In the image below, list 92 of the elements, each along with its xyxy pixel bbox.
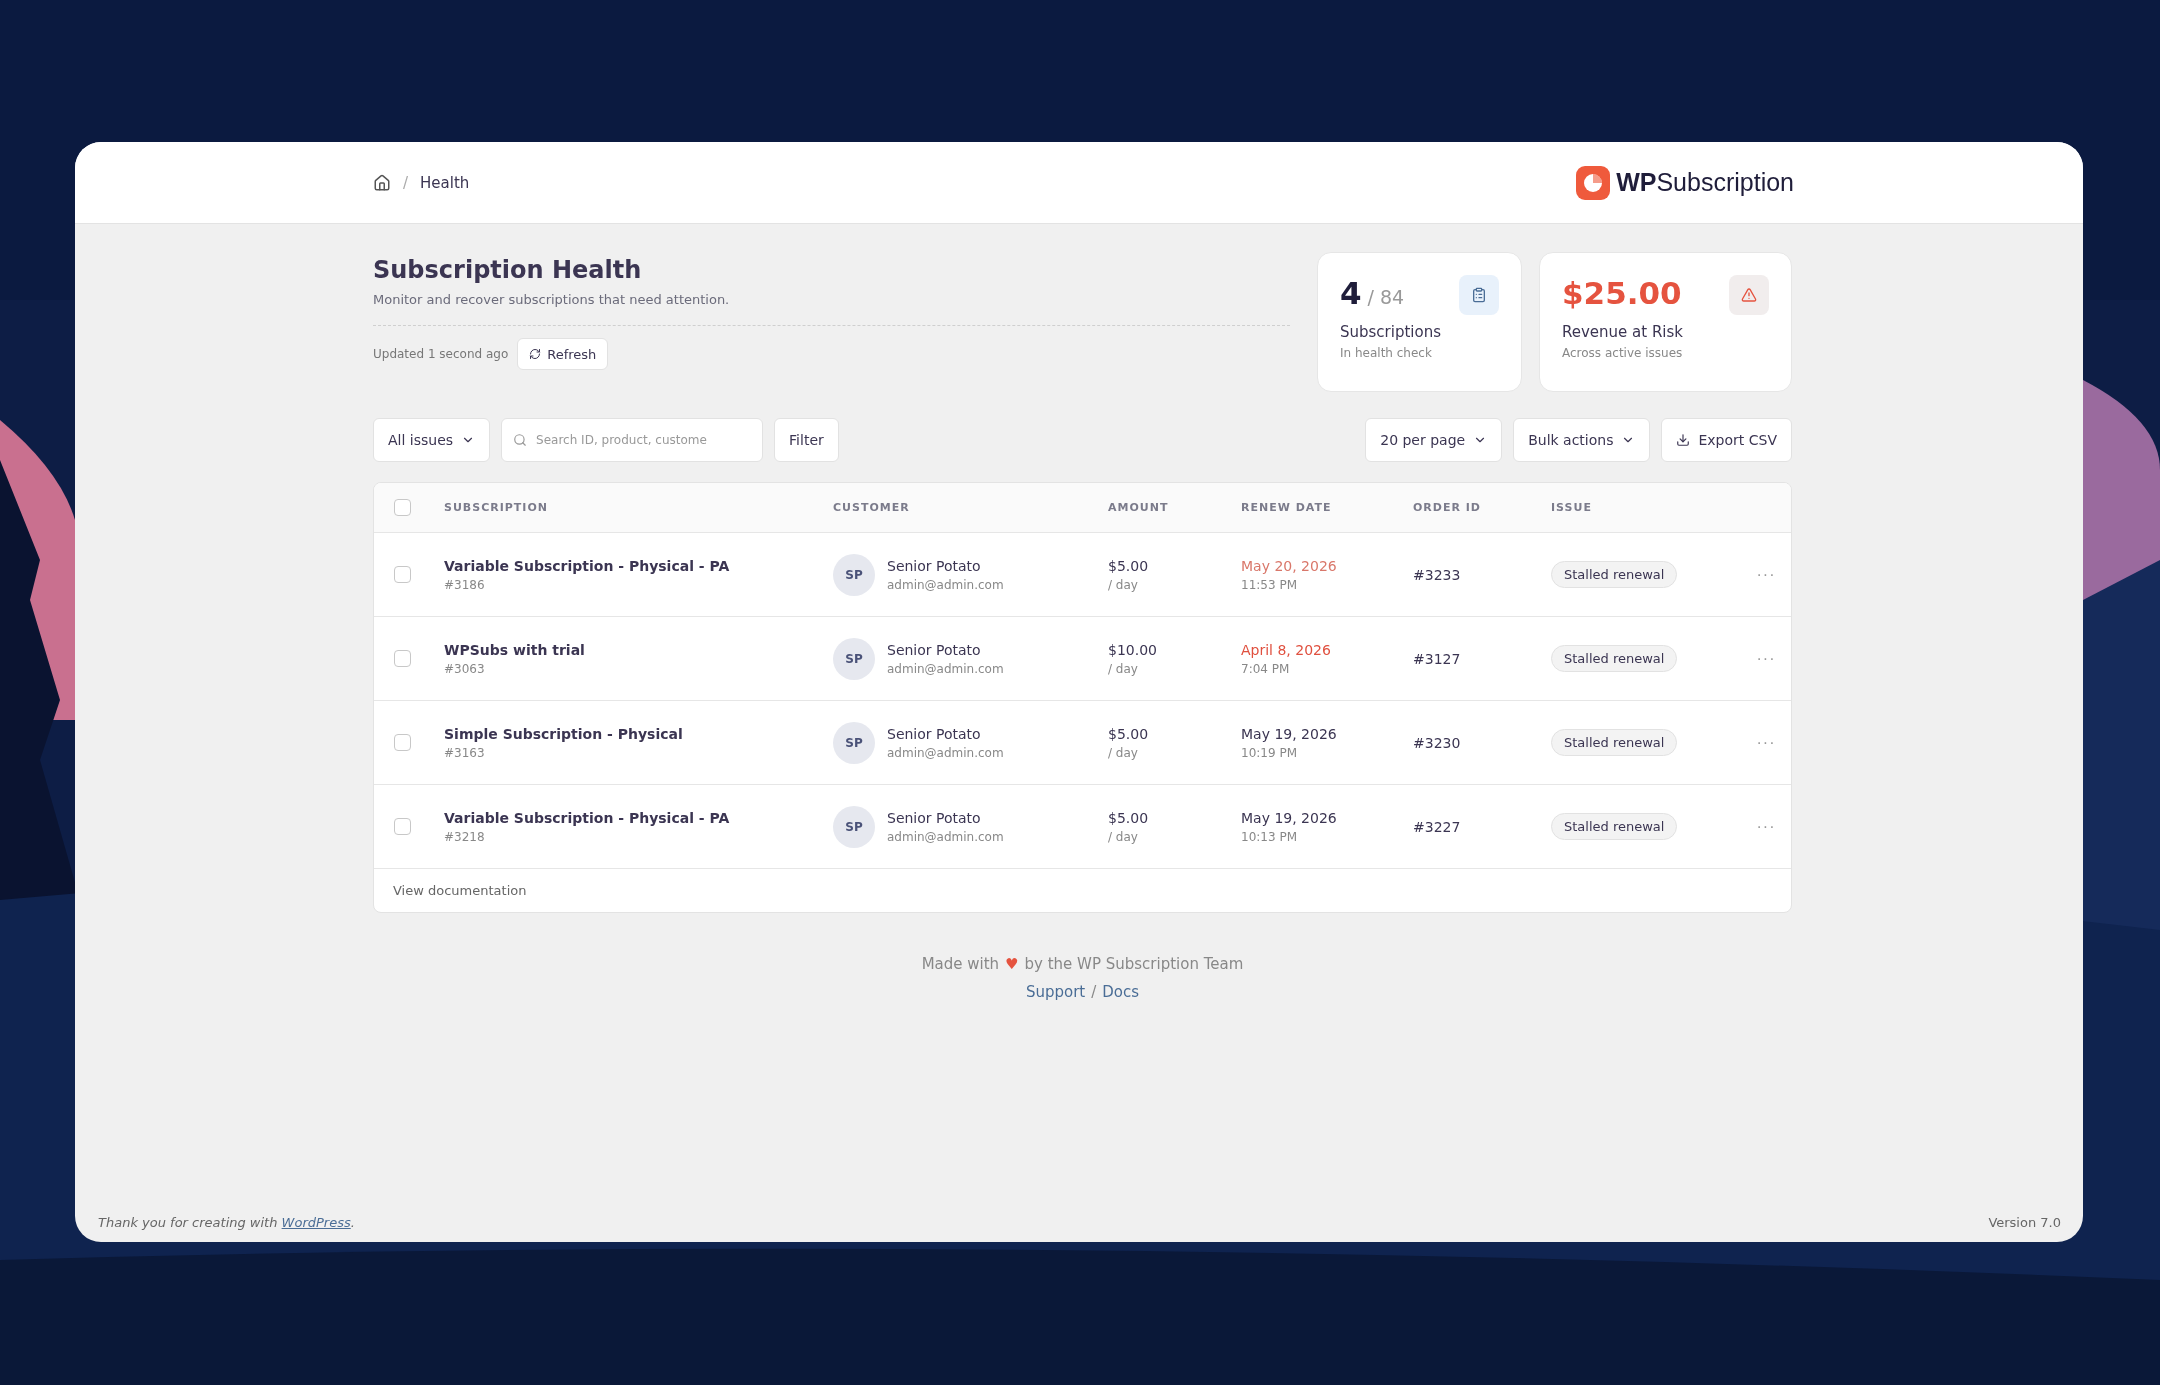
refresh-button[interactable]: Refresh	[517, 338, 609, 370]
renew-date: April 8, 2026	[1241, 641, 1332, 658]
bulk-actions-dropdown[interactable]: Bulk actions	[1513, 418, 1651, 462]
per-page-dropdown[interactable]: 20 per page	[1365, 418, 1503, 462]
issue-tag: Stalled renewal	[1551, 813, 1678, 840]
customer-email: admin@admin.com	[887, 661, 1004, 676]
column-header: ISSUE	[1551, 501, 1593, 514]
warning-icon	[1729, 275, 1769, 315]
subscription-id: #3163	[444, 745, 486, 760]
renew-time: 11:53 PM	[1241, 577, 1298, 592]
link-separator: /	[1091, 983, 1097, 1001]
issue-tag: Stalled renewal	[1551, 645, 1678, 672]
page-title: Subscription Health	[373, 256, 643, 284]
documentation-link[interactable]: View documentation	[374, 869, 1791, 912]
product-name[interactable]: Simple Subscription - Physical	[444, 725, 833, 742]
breadcrumb-current: Health	[420, 173, 470, 192]
column-header: CUSTOMER	[833, 501, 911, 514]
column-header: RENEW DATE	[1241, 501, 1333, 514]
order-id: #3227	[1413, 818, 1462, 835]
subscription-id: #3186	[444, 577, 486, 592]
product-name[interactable]: Variable Subscription - Physical - PA	[444, 557, 833, 574]
renew-date: May 19, 2026	[1241, 809, 1338, 826]
clipboard-icon	[1459, 275, 1499, 315]
issue-tag: Stalled renewal	[1551, 729, 1678, 756]
export-button[interactable]: Export CSV	[1661, 418, 1792, 462]
logo-icon	[1576, 165, 1611, 200]
billing-period: / day	[1108, 829, 1139, 844]
renew-time: 7:04 PM	[1241, 661, 1291, 676]
order-id: #3233	[1413, 566, 1462, 583]
stat-label: Subscriptions	[1340, 323, 1442, 341]
customer-name: Senior Potato	[887, 557, 982, 574]
footer-link[interactable]: Docs	[1102, 983, 1140, 1001]
renew-date: May 19, 2026	[1241, 725, 1338, 742]
billing-period: / day	[1108, 577, 1139, 592]
filter-button[interactable]: Filter	[774, 418, 839, 462]
version-text: Version 7.0	[1988, 1215, 2061, 1230]
brand-name: WPSubscription	[1616, 168, 1794, 197]
order-id: #3127	[1413, 650, 1462, 667]
stat-value: $25.00	[1562, 275, 1682, 311]
refresh-icon	[529, 348, 542, 360]
row-checkbox[interactable]	[394, 566, 411, 583]
stat-note: Across active issues	[1562, 346, 1684, 360]
select-all-checkbox[interactable]	[394, 499, 411, 516]
renew-time: 10:19 PM	[1241, 745, 1298, 760]
amount-text: $5.00	[1108, 725, 1150, 742]
search-icon	[513, 433, 528, 447]
wordpress-link[interactable]: WordPress	[281, 1215, 351, 1230]
product-name[interactable]: Variable Subscription - Physical - PA	[444, 809, 833, 826]
row-checkbox[interactable]	[394, 734, 411, 751]
page-subtitle: Monitor and recover subscriptions that need attention.	[373, 292, 1290, 326]
stat-label: Revenue at Risk	[1562, 323, 1685, 341]
customer-email: admin@admin.com	[887, 829, 1004, 844]
amount-text: $5.00	[1108, 557, 1150, 574]
updated-text: Updated 1 second ago	[373, 347, 509, 361]
customer-name: Senior Potato	[887, 809, 982, 826]
column-header: AMOUNT	[1108, 501, 1170, 514]
row-checkbox[interactable]	[394, 650, 411, 667]
download-icon	[1676, 433, 1691, 447]
amount-text: $10.00	[1108, 641, 1158, 658]
product-name[interactable]: WPSubs with trial	[444, 641, 833, 658]
breadcrumb-separator: /	[403, 173, 409, 192]
renew-time: 10:13 PM	[1241, 829, 1298, 844]
issue-filter-dropdown[interactable]: All issues	[373, 418, 491, 462]
heart-icon: ♥	[1005, 955, 1019, 973]
customer-avatar: SP	[833, 553, 875, 596]
renew-date: May 20, 2026	[1241, 557, 1338, 574]
stat-note: In health check	[1340, 346, 1433, 360]
customer-avatar: SP	[833, 805, 875, 848]
billing-period: / day	[1108, 745, 1139, 760]
customer-avatar: SP	[833, 721, 875, 764]
subscription-id: #3218	[444, 829, 486, 844]
stat-total: / 84	[1367, 286, 1405, 308]
billing-period: / day	[1108, 661, 1139, 676]
search-field[interactable]: Search ID, product, custome	[501, 418, 764, 462]
stat-value: 4	[1340, 275, 1362, 311]
credits-text: by the WP Subscription Team	[1024, 955, 1244, 973]
credits-text: Made with	[921, 955, 1000, 973]
customer-email: admin@admin.com	[887, 577, 1004, 592]
column-header: SUBSCRIPTION	[444, 501, 549, 514]
home-icon[interactable]	[373, 173, 391, 192]
row-checkbox[interactable]	[394, 818, 411, 835]
amount-text: $5.00	[1108, 809, 1150, 826]
customer-email: admin@admin.com	[887, 745, 1004, 760]
column-header: ORDER ID	[1413, 501, 1482, 514]
footer-link[interactable]: Support	[1025, 983, 1086, 1001]
order-id: #3230	[1413, 734, 1462, 751]
customer-avatar: SP	[833, 637, 875, 680]
subscription-id: #3063	[444, 661, 486, 676]
thanks-text: Thank you for creating with WordPress.	[98, 1215, 355, 1230]
customer-name: Senior Potato	[887, 641, 982, 658]
issue-tag: Stalled renewal	[1551, 561, 1678, 588]
customer-name: Senior Potato	[887, 725, 982, 742]
